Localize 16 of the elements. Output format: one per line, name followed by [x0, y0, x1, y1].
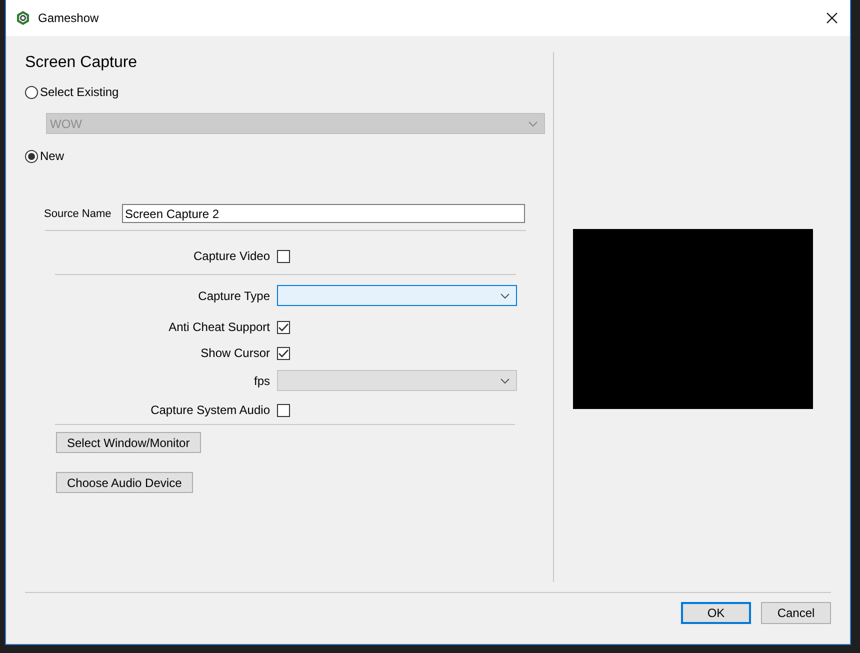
action-button[interactable]: Select Window/Monitor [56, 432, 201, 453]
radio-label[interactable]: Select Existing [40, 85, 119, 99]
cancel-button[interactable]: Cancel [761, 602, 831, 624]
option-label: Capture Type [197, 288, 270, 302]
option-label: Show Cursor [200, 346, 270, 360]
option-label: fps [252, 374, 270, 388]
field-label: Source Name [44, 208, 112, 220]
option-label: Capture System Audio [150, 403, 270, 417]
radio-label[interactable]: New [40, 149, 64, 163]
section-heading: Screen Capture [25, 54, 138, 72]
option-label: Anti Cheat Support [168, 320, 270, 334]
option-label: Capture Video [192, 249, 270, 263]
window-title: Gameshow [38, 11, 100, 25]
ok-button[interactable]: OK [681, 602, 751, 624]
action-button[interactable]: Choose Audio Device [56, 472, 193, 493]
source-name-field[interactable]: Screen Capture 2 [122, 204, 525, 223]
